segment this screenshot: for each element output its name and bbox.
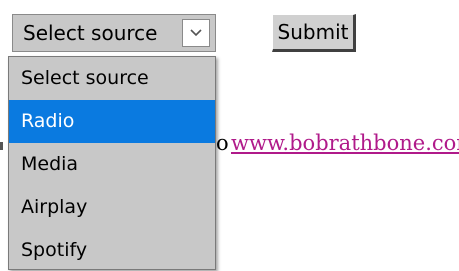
- option-select-source[interactable]: Select source: [9, 57, 215, 100]
- option-airplay[interactable]: Airplay: [9, 186, 215, 229]
- option-radio[interactable]: Radio: [9, 100, 215, 143]
- option-spotify[interactable]: Spotify: [9, 229, 215, 271]
- source-select[interactable]: Select source: [12, 14, 216, 52]
- source-dropdown-list: Select source Radio Media Airplay Spotif…: [8, 56, 216, 270]
- submit-button[interactable]: Submit: [272, 14, 356, 52]
- website-link[interactable]: www.bobrathbone.com: [231, 130, 459, 156]
- source-select-value: Select source: [23, 21, 158, 45]
- clipped-text-fragment: [0, 142, 3, 150]
- option-media[interactable]: Media: [9, 143, 215, 186]
- chevron-down-icon[interactable]: [182, 19, 210, 47]
- partial-text: o: [216, 131, 229, 155]
